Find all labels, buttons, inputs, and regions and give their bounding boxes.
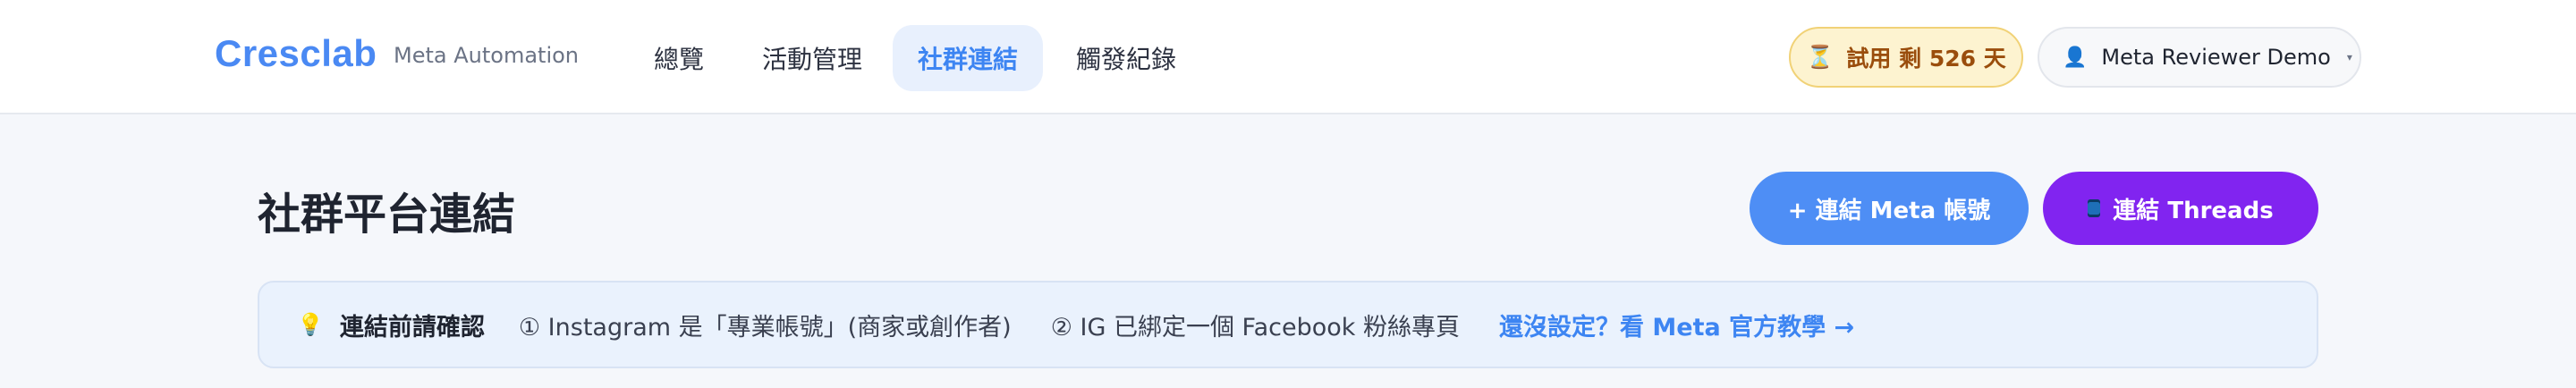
hourglass-icon: ⏳ [1806,44,1835,70]
brand-logo[interactable]: Cresclab [215,32,377,75]
prerequisite-notice: 💡 連結前請確認 ① Instagram 是「專業帳號」(商家或創作者) ② I… [258,281,2318,368]
connect-meta-button[interactable]: + 連結 Meta 帳號 [1750,172,2029,245]
brand-subtitle: Meta Automation [394,43,579,68]
tab-overview[interactable]: 總覽 [640,25,717,91]
user-name: Meta Reviewer Demo [2101,45,2331,70]
person-icon: 👤 [2063,46,2088,69]
top-navigation-bar: Cresclab Meta Automation 總覽 活動管理 社群連結 觸發… [0,0,2576,114]
trial-label: 試用 剩 526 天 [1846,46,2006,72]
thread-spool-icon [2088,199,2101,217]
meta-tutorial-link[interactable]: 還沒設定？看 Meta 官方教學 → [1499,308,1854,342]
user-menu-button[interactable]: 👤 Meta Reviewer Demo ▾ [2038,27,2361,88]
tab-social-connections[interactable]: 社群連結 [893,25,1043,91]
connect-threads-label: 連結 Threads [2113,197,2274,224]
trial-badge: ⏳ 試用 剩 526 天 [1789,27,2023,88]
page-title: 社群平台連結 [258,190,516,240]
chevron-down-icon: ▾ [2346,51,2352,63]
notice-title: 連結前請確認 [339,313,485,342]
lightbulb-icon: 💡 [297,312,324,337]
notice-item-instagram: ① Instagram 是「專業帳號」(商家或創作者) [518,313,1012,342]
connect-threads-button[interactable]: 連結 Threads [2043,172,2318,245]
notice-item-facebook: ② IG 已綁定一個 Facebook 粉絲專頁 [1050,313,1460,342]
tab-trigger-logs[interactable]: 觸發紀錄 [1063,25,1190,91]
tab-campaign-management[interactable]: 活動管理 [750,25,875,91]
